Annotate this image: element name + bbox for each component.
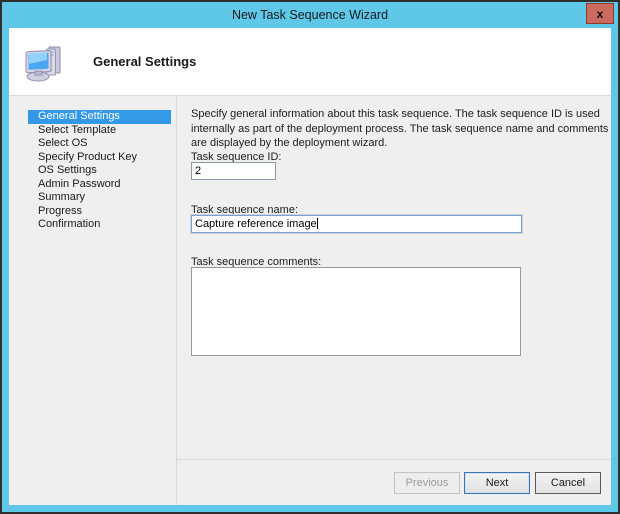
nav-item-progress: Progress [28, 205, 171, 219]
wizard-window: New Task Sequence Wizard x [0, 0, 620, 514]
text-caret [317, 218, 318, 229]
nav-item-select-template: Select Template [28, 124, 171, 138]
nav-item-select-os: Select OS [28, 137, 171, 151]
nav-item-confirmation: Confirmation [28, 218, 171, 232]
task-sequence-name-input[interactable]: Capture reference image [191, 215, 522, 233]
wizard-steps-nav: General Settings Select Template Select … [9, 96, 177, 505]
window-title: New Task Sequence Wizard [232, 8, 388, 22]
nav-item-summary: Summary [28, 191, 171, 205]
previous-button[interactable]: Previous [394, 472, 460, 494]
task-sequence-id-input[interactable]: 2 [191, 162, 276, 180]
nav-item-specify-product-key: Specify Product Key [28, 151, 171, 165]
wizard-frame: General Settings General Settings Select… [9, 28, 611, 505]
cancel-button[interactable]: Cancel [535, 472, 601, 494]
wizard-page-content: Specify general information about this t… [177, 96, 611, 459]
nav-item-general-settings: General Settings [28, 110, 171, 124]
page-description: Specify general information about this t… [191, 107, 615, 151]
close-icon: x [597, 8, 604, 20]
wizard-header: General Settings [9, 28, 611, 96]
page-title: General Settings [93, 54, 196, 69]
close-button[interactable]: x [586, 3, 614, 24]
next-button[interactable]: Next [464, 472, 530, 494]
nav-item-os-settings: OS Settings [28, 164, 171, 178]
computer-icon [23, 40, 67, 84]
titlebar[interactable]: New Task Sequence Wizard x [2, 2, 618, 28]
task-sequence-comments-input[interactable] [191, 267, 521, 356]
nav-item-admin-password: Admin Password [28, 178, 171, 192]
wizard-footer: Previous Next Cancel [177, 459, 611, 505]
